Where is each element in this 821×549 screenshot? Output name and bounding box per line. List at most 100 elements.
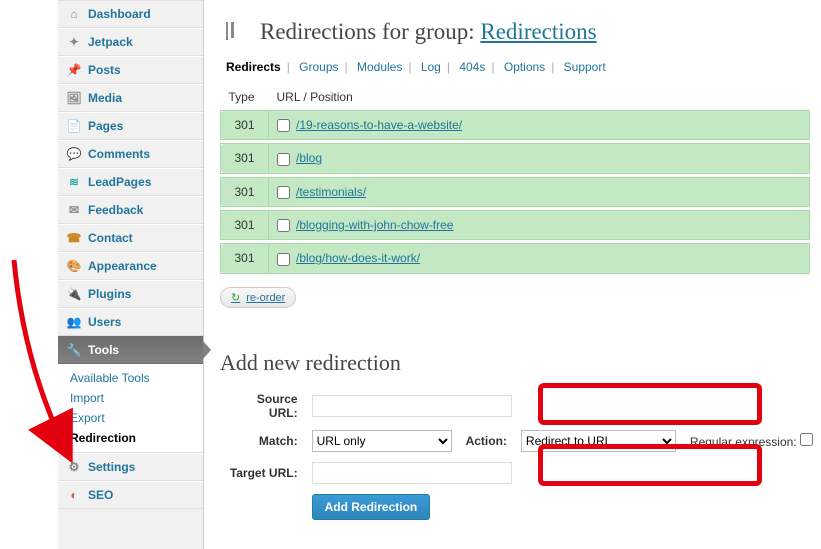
row-checkbox[interactable]	[277, 253, 290, 266]
appearance-icon: 🎨	[66, 258, 82, 274]
main-content: Redirections for group: Redirections Red…	[204, 0, 821, 549]
row-checkbox[interactable]	[277, 219, 290, 232]
sidebar-item-label: Users	[88, 315, 121, 329]
subnav-groups[interactable]: Groups	[293, 60, 344, 74]
sidebar-item-contact[interactable]: ☎ Contact	[58, 224, 203, 252]
reorder-button[interactable]: ↻ re-order	[220, 287, 296, 308]
add-redirection-button[interactable]: Add Redirection	[312, 494, 431, 520]
sidebar-item-label: Contact	[88, 231, 133, 245]
cell-url: /testimonials/	[269, 177, 810, 206]
seo-icon: ◐	[66, 487, 82, 503]
sidebar-item-label: Media	[88, 91, 122, 105]
redirect-url-link[interactable]: /blog	[296, 151, 322, 165]
sidebar-item-seo[interactable]: ◐ SEO	[58, 481, 203, 509]
sidebar-item-label: SEO	[88, 488, 113, 502]
subnav-support[interactable]: Support	[558, 60, 612, 74]
source-url-label: Source URL:	[222, 388, 304, 424]
row-checkbox[interactable]	[277, 119, 290, 132]
sidebar-item-tools[interactable]: 🔧 Tools	[58, 336, 203, 364]
subnav-redirects[interactable]: Redirects	[220, 60, 287, 74]
target-url-input[interactable]	[312, 462, 512, 484]
reorder-label: re-order	[246, 292, 285, 304]
sidebar-item-media[interactable]: 🖼 Media	[58, 84, 203, 112]
submenu-import[interactable]: Import	[70, 388, 203, 408]
sidebar-item-label: Pages	[88, 119, 123, 133]
cell-type: 301	[221, 111, 269, 140]
table-row[interactable]: 301 /blogging-with-john-chow-free	[221, 210, 810, 239]
match-select[interactable]: URL only	[312, 430, 452, 452]
lead-icon: ≋	[66, 174, 82, 190]
subnav: Redirects| Groups| Modules| Log| 404s| O…	[220, 60, 821, 74]
action-select[interactable]: Redirect to URL	[521, 430, 676, 452]
plugin-icon: 🔌	[66, 286, 82, 302]
sidebar-item-label: Settings	[88, 460, 135, 474]
sidebar-item-settings[interactable]: ⚙ Settings	[58, 453, 203, 481]
tools-page-icon	[220, 18, 248, 46]
comment-icon: 💬	[66, 146, 82, 162]
users-icon: 👥	[66, 314, 82, 330]
page-title-link[interactable]: Redirections	[480, 19, 596, 44]
page-icon: 📄	[66, 118, 82, 134]
redirect-url-link[interactable]: /19-reasons-to-have-a-website/	[296, 118, 462, 132]
sidebar-item-label: Tools	[88, 343, 119, 357]
sidebar-item-label: Dashboard	[88, 7, 151, 21]
cell-url: /19-reasons-to-have-a-website/	[269, 111, 810, 140]
pin-icon: 📌	[66, 62, 82, 78]
table-row[interactable]: 301 /blog	[221, 144, 810, 173]
sidebar-item-comments[interactable]: 💬 Comments	[58, 140, 203, 168]
sidebar-item-label: LeadPages	[88, 175, 151, 189]
page-title: Redirections for group: Redirections	[220, 18, 821, 46]
sidebar-item-label: Comments	[88, 147, 150, 161]
action-label: Action:	[460, 426, 513, 456]
tools-submenu: Available Tools Import Export Redirectio…	[58, 364, 203, 453]
sidebar-item-feedback[interactable]: ✉ Feedback	[58, 196, 203, 224]
redirect-url-link[interactable]: /testimonials/	[296, 185, 366, 199]
sidebar-item-label: Plugins	[88, 287, 131, 301]
source-url-input[interactable]	[312, 395, 512, 417]
redirect-url-link[interactable]: /blog/how-does-it-work/	[296, 251, 420, 265]
subnav-404s[interactable]: 404s	[453, 60, 491, 74]
cell-type: 301	[221, 177, 269, 206]
sidebar-item-plugins[interactable]: 🔌 Plugins	[58, 280, 203, 308]
cell-type: 301	[221, 144, 269, 173]
sidebar-item-jetpack[interactable]: ✦ Jetpack	[58, 28, 203, 56]
page-title-text: Redirections for group:	[260, 19, 480, 44]
regex-checkbox[interactable]	[800, 433, 813, 446]
cell-url: /blogging-with-john-chow-free	[269, 210, 810, 239]
sidebar-item-users[interactable]: 👥 Users	[58, 308, 203, 336]
redirect-url-link[interactable]: /blogging-with-john-chow-free	[296, 218, 453, 232]
cell-url: /blog	[269, 144, 810, 173]
regex-label: Regular expression:	[690, 435, 797, 449]
col-url: URL / Position	[269, 84, 810, 111]
subnav-modules[interactable]: Modules	[351, 60, 408, 74]
add-redirection-form: Source URL: Match: URL only Action: Redi…	[220, 386, 821, 526]
table-row[interactable]: 301 /testimonials/	[221, 177, 810, 206]
subnav-options[interactable]: Options	[498, 60, 551, 74]
admin-sidebar: ⌂ Dashboard ✦ Jetpack 📌 Posts 🖼 Media 📄 …	[58, 0, 204, 549]
table-row[interactable]: 301 /blog/how-does-it-work/	[221, 244, 810, 273]
table-row[interactable]: 301 /19-reasons-to-have-a-website/	[221, 111, 810, 140]
jetpack-icon: ✦	[66, 34, 82, 50]
settings-icon: ⚙	[66, 459, 82, 475]
submenu-available-tools[interactable]: Available Tools	[70, 368, 203, 388]
sidebar-item-dashboard[interactable]: ⌂ Dashboard	[58, 0, 203, 28]
reorder-icon: ↻	[231, 291, 240, 304]
sidebar-item-label: Posts	[88, 63, 121, 77]
row-checkbox[interactable]	[277, 186, 290, 199]
sidebar-item-label: Feedback	[88, 203, 143, 217]
match-label: Match:	[222, 426, 304, 456]
media-icon: 🖼	[66, 90, 82, 106]
sidebar-item-pages[interactable]: 📄 Pages	[58, 112, 203, 140]
submenu-redirection[interactable]: Redirection	[70, 428, 203, 448]
sidebar-item-label: Jetpack	[88, 35, 133, 49]
sidebar-item-appearance[interactable]: 🎨 Appearance	[58, 252, 203, 280]
sidebar-item-leadpages[interactable]: ≋ LeadPages	[58, 168, 203, 196]
col-type: Type	[221, 84, 269, 111]
submenu-export[interactable]: Export	[70, 408, 203, 428]
row-checkbox[interactable]	[277, 153, 290, 166]
sidebar-item-posts[interactable]: 📌 Posts	[58, 56, 203, 84]
cell-type: 301	[221, 210, 269, 239]
subnav-log[interactable]: Log	[415, 60, 447, 74]
cell-type: 301	[221, 244, 269, 273]
dashboard-icon: ⌂	[66, 6, 82, 22]
